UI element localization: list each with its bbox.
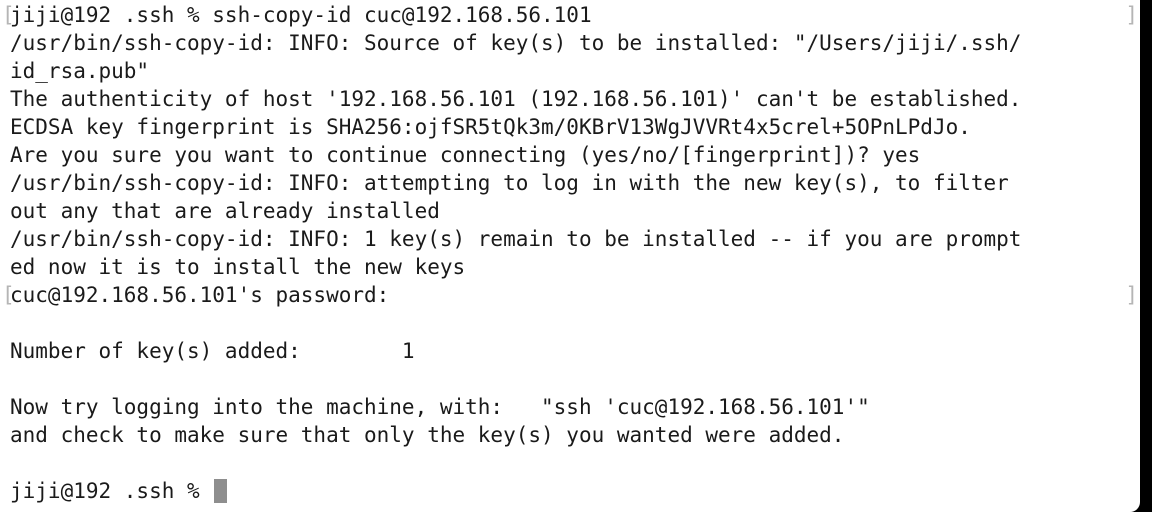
terminal-output: jiji@192 .ssh % ssh-copy-id cuc@192.168.… — [10, 1, 1140, 505]
terminal-line: The authenticity of host '192.168.56.101… — [10, 87, 1022, 111]
command-mark-right: ] — [1125, 283, 1138, 307]
terminal-line: id_rsa.pub" — [10, 59, 150, 83]
prompt-line[interactable]: jiji@192 .ssh % — [10, 477, 1140, 505]
command-mark-left: [ — [2, 283, 15, 307]
terminal-line: and check to make sure that only the key… — [10, 423, 845, 447]
terminal-window[interactable]: jiji@192 .ssh % ssh-copy-id cuc@192.168.… — [0, 0, 1140, 512]
terminal-line: Number of key(s) added: 1 — [10, 339, 415, 363]
terminal-line: Now try logging into the machine, with: … — [10, 395, 870, 419]
command-mark-right: ] — [1125, 3, 1138, 27]
terminal-line: ECDSA key fingerprint is SHA256:ojfSR5tQ… — [10, 115, 971, 139]
terminal-line: /usr/bin/ssh-copy-id: INFO: Source of ke… — [10, 31, 1022, 55]
terminal-line: Are you sure you want to continue connec… — [10, 143, 921, 167]
command-mark-left: [ — [2, 3, 15, 27]
terminal-line: /usr/bin/ssh-copy-id: INFO: 1 key(s) rem… — [10, 227, 1022, 251]
shell-prompt: jiji@192 .ssh % — [10, 479, 213, 503]
terminal-line: /usr/bin/ssh-copy-id: INFO: attempting t… — [10, 171, 1009, 195]
terminal-line: cuc@192.168.56.101's password: — [10, 283, 390, 307]
text-cursor — [214, 479, 228, 503]
terminal-line: ed now it is to install the new keys — [10, 255, 466, 279]
terminal-line: jiji@192 .ssh % ssh-copy-id cuc@192.168.… — [10, 3, 592, 27]
terminal-line: out any that are already installed — [10, 199, 440, 223]
